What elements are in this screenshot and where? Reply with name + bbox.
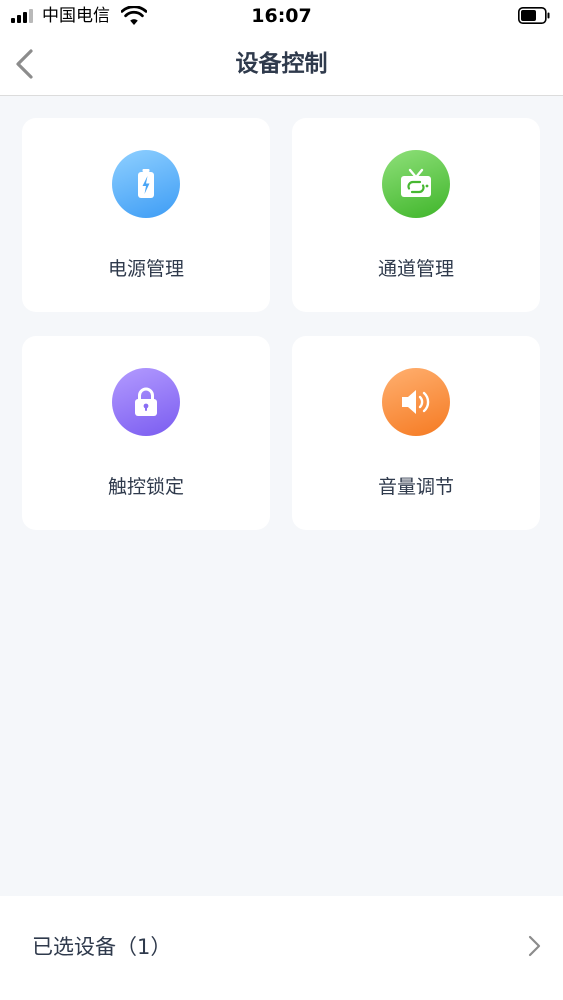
lock-icon-circle: [112, 368, 180, 436]
power-management-card[interactable]: 电源管理: [22, 118, 270, 312]
volume-icon-circle: [382, 368, 450, 436]
power-management-label: 电源管理: [107, 258, 184, 280]
chevron-right-icon: [528, 935, 541, 957]
selected-devices-label: 已选设备（1）: [32, 935, 172, 959]
battery-icon: [518, 7, 550, 24]
status-time: 16:07: [251, 5, 312, 27]
battery-charging-icon: [138, 169, 154, 198]
tv-icon: [401, 168, 431, 197]
volume-adjust-label: 音量调节: [377, 476, 454, 498]
volume-adjust-card[interactable]: 音量调节: [292, 336, 540, 530]
navigation-bar: 设备控制: [0, 32, 563, 96]
channel-management-label: 通道管理: [377, 258, 454, 280]
channel-management-card[interactable]: 通道管理: [292, 118, 540, 312]
lock-icon: [135, 387, 157, 416]
touch-lock-label: 触控锁定: [107, 476, 184, 498]
speaker-icon: [402, 390, 430, 414]
selected-devices-row[interactable]: 已选设备（1）: [0, 896, 563, 1000]
touch-lock-card[interactable]: 触控锁定: [22, 336, 270, 530]
power-icon-circle: [112, 150, 180, 218]
channel-icon-circle: [382, 150, 450, 218]
status-bar: 中国电信 16:07: [0, 0, 563, 32]
page-title: 设备控制: [235, 51, 328, 77]
